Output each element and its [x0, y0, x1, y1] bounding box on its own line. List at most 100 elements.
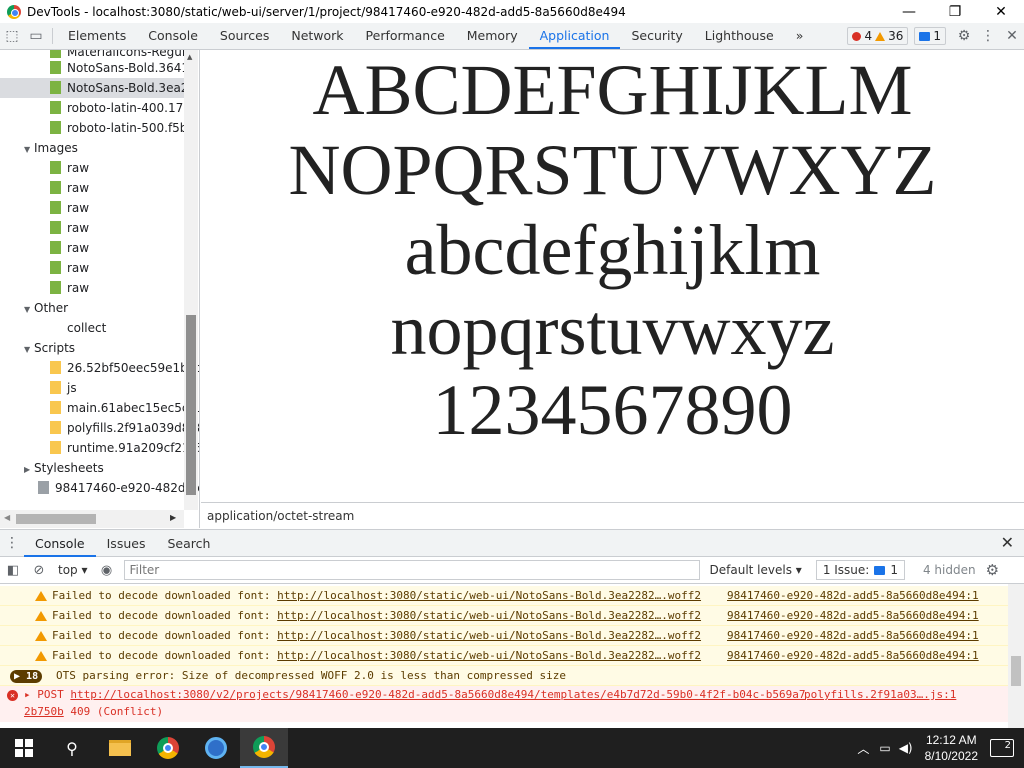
clear-console-icon[interactable]: ⊘ — [26, 563, 52, 578]
request-url-continued[interactable]: 2b750b — [24, 705, 64, 718]
console-scrollbar[interactable] — [1008, 584, 1024, 728]
tree-group-other[interactable]: ▼ Other — [0, 298, 68, 318]
sidebar-toggle-icon[interactable]: ◧ — [0, 563, 26, 578]
tree-item-image[interactable]: raw — [0, 158, 89, 178]
tree-item-image[interactable]: raw — [0, 198, 89, 218]
tab-security[interactable]: Security — [620, 23, 693, 49]
inspect-element-icon[interactable]: ⬚ — [0, 23, 24, 49]
start-button[interactable] — [0, 728, 48, 768]
tree-item-image[interactable]: raw — [0, 178, 89, 198]
tree-group-scripts[interactable]: ▼ Scripts — [0, 338, 75, 358]
tree-item-script[interactable]: 26.52bf50eec59e1bcb — [0, 358, 199, 378]
edge-button[interactable] — [192, 728, 240, 768]
tab-console[interactable]: Console — [137, 23, 209, 49]
tree-item-script[interactable]: main.61abec15ec5cf1 — [0, 398, 199, 418]
drawer-tab-issues[interactable]: Issues — [96, 530, 157, 557]
script-file-icon — [50, 401, 61, 414]
log-levels-dropdown[interactable]: Default levels ▾ — [710, 563, 802, 577]
tab-performance[interactable]: Performance — [355, 23, 456, 49]
expand-arrow-icon[interactable]: ▸ — [24, 688, 31, 701]
device-toolbar-icon[interactable]: ▭ — [24, 23, 48, 49]
minimize-button[interactable]: — — [886, 0, 932, 23]
console-filter-input[interactable]: Filter — [123, 560, 700, 580]
scrollbar-thumb[interactable] — [1011, 656, 1021, 686]
warning-icon — [35, 611, 47, 621]
font-url-link[interactable]: http://localhost:3080/static/web-ui/Noto… — [277, 589, 701, 602]
drawer-tab-console[interactable]: Console — [24, 530, 96, 557]
search-button[interactable]: ⚲ — [48, 728, 96, 768]
scrollbar-thumb[interactable] — [186, 315, 196, 495]
tree-item-image[interactable]: raw — [0, 238, 89, 258]
tab-application[interactable]: Application — [528, 23, 621, 49]
network-icon[interactable]: ▭ — [879, 741, 890, 755]
scrollbar-thumb[interactable] — [16, 514, 96, 524]
error-source-link[interactable]: polyfills.2f91a03….js:1 — [804, 686, 956, 703]
close-devtools-icon[interactable]: ✕ — [1000, 23, 1024, 49]
tab-network[interactable]: Network — [280, 23, 354, 49]
stylesheet-file-icon — [38, 481, 49, 494]
chrome-button[interactable] — [144, 728, 192, 768]
repeat-count-badge[interactable]: ▶ 18 — [10, 670, 43, 683]
font-file-icon — [50, 50, 61, 58]
more-options-icon[interactable]: ⋮ — [976, 23, 1000, 49]
clock[interactable]: 12:12 AM 8/10/2022 — [925, 732, 978, 764]
source-link[interactable]: 98417460-e920-482d-add5-8a5660d8e494:1 — [727, 586, 979, 606]
volume-icon[interactable]: ◀) — [899, 741, 913, 755]
font-url-link[interactable]: http://localhost:3080/static/web-ui/Noto… — [277, 629, 701, 642]
request-url-link[interactable]: http://localhost:3080/v2/projects/984174… — [70, 688, 805, 701]
tree-group-images[interactable]: ▼ Images — [0, 138, 78, 158]
file-explorer-button[interactable] — [96, 728, 144, 768]
tab-memory[interactable]: Memory — [456, 23, 529, 49]
tree-item-stylesheet[interactable]: 98417460-e920-482d-ad — [0, 478, 199, 498]
chrome-active-button[interactable] — [240, 728, 288, 768]
scroll-right-arrow-icon[interactable]: ▶ — [170, 513, 176, 522]
script-file-icon — [50, 441, 61, 454]
tree-item-other[interactable]: collect — [0, 318, 106, 338]
close-drawer-icon[interactable]: ✕ — [1001, 533, 1014, 552]
source-link[interactable]: 98417460-e920-482d-add5-8a5660d8e494:1 — [727, 606, 979, 626]
sidebar-horizontal-scrollbar[interactable]: ◀ ▶ — [0, 510, 184, 528]
tree-group-stylesheets[interactable]: ▶ Stylesheets — [0, 458, 104, 478]
font-url-link[interactable]: http://localhost:3080/static/web-ui/Noto… — [277, 609, 701, 622]
tree-item-script[interactable]: js — [0, 378, 77, 398]
message-count: 1 — [933, 29, 941, 43]
drawer-menu-icon[interactable]: ⋮ — [0, 535, 24, 551]
sidebar-vertical-scrollbar[interactable]: ▲ — [184, 50, 198, 510]
more-tabs-button[interactable]: » — [785, 23, 815, 49]
tree-item-font-selected[interactable]: NotoSans-Bold.3ea22 — [0, 78, 196, 98]
issues-button[interactable]: 1 Issue: 1 — [815, 560, 905, 580]
messages-counter[interactable]: 1 — [914, 27, 946, 45]
tab-elements[interactable]: Elements — [57, 23, 137, 49]
preview-uppercase-1: ABCDEFGHIJKLM — [312, 50, 913, 130]
console-settings-gear-icon[interactable]: ⚙ — [986, 561, 999, 579]
tree-item-script[interactable]: runtime.91a209cf21f6 — [0, 438, 199, 458]
message-icon — [919, 31, 931, 41]
tree-item-script[interactable]: polyfills.2f91a039d848 — [0, 418, 199, 438]
settings-gear-icon[interactable]: ⚙ — [952, 23, 976, 49]
tree-item-image[interactable]: raw — [0, 278, 89, 298]
context-selector[interactable]: top ▾ — [52, 563, 94, 577]
live-expression-eye-icon[interactable]: ◉ — [94, 563, 120, 578]
errors-warnings-counter[interactable]: 4 36 — [847, 27, 909, 45]
tree-item-image[interactable]: raw — [0, 258, 89, 278]
tree-item-font[interactable]: NotoSans-Bold.36415 — [0, 58, 197, 78]
show-hidden-icons-chevron-icon[interactable]: ︿ — [857, 740, 869, 757]
font-file-icon — [50, 61, 61, 74]
tree-item-font[interactable]: roboto-latin-500.f5b7 — [0, 118, 195, 138]
scroll-up-arrow-icon[interactable]: ▲ — [187, 53, 192, 61]
drawer-tab-search[interactable]: Search — [156, 530, 221, 557]
restore-button[interactable]: ❐ — [932, 0, 978, 23]
tab-lighthouse[interactable]: Lighthouse — [694, 23, 785, 49]
font-url-link[interactable]: http://localhost:3080/static/web-ui/Noto… — [277, 649, 701, 662]
notifications-button[interactable]: 2 — [990, 739, 1014, 757]
tree-item-font[interactable]: roboto-latin-400.176f — [0, 98, 195, 118]
console-toolbar: ◧ ⊘ top ▾ ◉ Filter Default levels ▾ 1 Is… — [0, 557, 1024, 584]
close-window-button[interactable]: ✕ — [978, 0, 1024, 23]
expand-arrow-icon: ▼ — [24, 145, 31, 154]
console-messages: Failed to decode downloaded font: http:/… — [0, 584, 1008, 728]
tree-item-image[interactable]: raw — [0, 218, 89, 238]
scroll-left-arrow-icon[interactable]: ◀ — [4, 513, 10, 522]
source-link[interactable]: 98417460-e920-482d-add5-8a5660d8e494:1 — [727, 646, 979, 666]
tab-sources[interactable]: Sources — [209, 23, 280, 49]
source-link[interactable]: 98417460-e920-482d-add5-8a5660d8e494:1 — [727, 626, 979, 646]
